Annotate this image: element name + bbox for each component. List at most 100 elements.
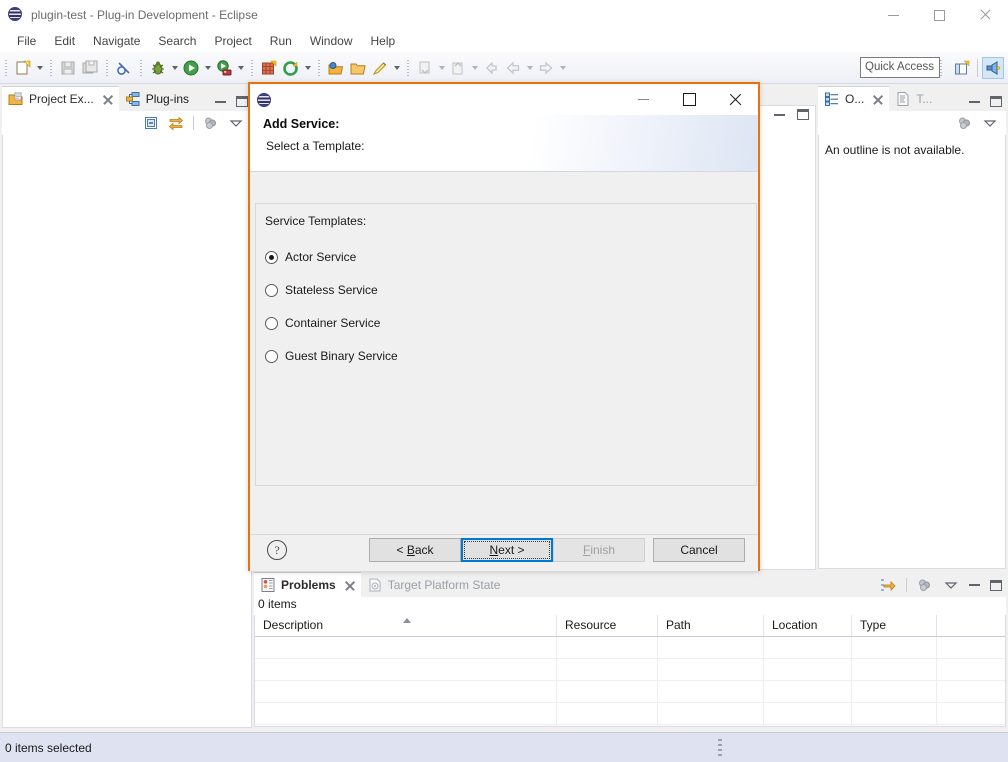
dialog-close-button[interactable] (712, 84, 758, 115)
problems-table-header: Description Resource Path Location Type (255, 615, 1005, 637)
menu-help[interactable]: Help (362, 32, 405, 50)
tab-plug-ins[interactable]: Plug-ins (119, 86, 195, 111)
link-with-editor-icon[interactable] (168, 115, 184, 131)
new-wizard-dropdown-arrow[interactable] (34, 57, 45, 79)
plug-in-development-perspective-button[interactable] (982, 57, 1004, 79)
new-wizard-icon[interactable] (12, 57, 34, 79)
open-resource-icon[interactable] (347, 57, 369, 79)
view-menu-icon[interactable] (228, 115, 244, 131)
column-header-resource[interactable]: Resource (557, 615, 658, 636)
open-perspective-button[interactable] (951, 57, 973, 79)
tab-outline[interactable]: O... (818, 86, 889, 111)
cancel-button[interactable]: Cancel (653, 538, 745, 562)
menu-project[interactable]: Project (205, 32, 260, 50)
radio-option-guest-binary-service[interactable]: Guest Binary Service (265, 348, 398, 364)
column-header-extra[interactable] (937, 615, 1005, 636)
run-external-dropdown-arrow[interactable] (235, 57, 246, 79)
radio-button-stateless-service[interactable] (265, 284, 278, 297)
tab-target-platform-state-label: Target Platform State (388, 578, 501, 592)
view-menu-filter-icon[interactable] (917, 577, 933, 593)
tab-task-list[interactable]: T... (889, 86, 938, 111)
radio-option-actor-service[interactable]: Actor Service (265, 249, 398, 265)
run-external-tools-icon[interactable] (213, 57, 235, 79)
bottom-panel-tabrow: Problems Target Platform State (254, 572, 1006, 597)
column-header-path[interactable]: Path (658, 615, 764, 636)
minimize-icon[interactable] (969, 101, 980, 103)
toolbar-grip[interactable] (316, 58, 322, 78)
tab-outline-close-icon[interactable] (872, 94, 883, 105)
next-button[interactable]: Next > (461, 538, 553, 562)
radio-option-container-service[interactable]: Container Service (265, 315, 398, 331)
table-row[interactable] (255, 681, 1005, 703)
table-row[interactable] (255, 637, 1005, 659)
dialog-minimize-button[interactable] (620, 84, 666, 115)
view-menu-icon[interactable] (943, 577, 959, 593)
minimize-icon[interactable] (215, 101, 226, 103)
table-row[interactable] (255, 659, 1005, 681)
column-header-type[interactable]: Type (852, 615, 937, 636)
focus-on-selection-icon[interactable] (880, 577, 896, 593)
tab-project-explorer-close-icon[interactable] (102, 94, 113, 105)
toolbar-grip[interactable] (938, 58, 944, 78)
maximize-icon[interactable] (990, 580, 1002, 591)
search-dropdown-arrow[interactable] (391, 57, 402, 79)
radio-label-container-service: Container Service (285, 316, 380, 330)
tab-problems-close-icon[interactable] (344, 580, 355, 591)
quick-access-input[interactable]: Quick Access (860, 57, 940, 78)
open-perspective-dropdown-arrow[interactable] (302, 57, 313, 79)
new-plugin-project-icon[interactable] (258, 57, 280, 79)
toolbar-grip[interactable] (405, 58, 411, 78)
view-menu-filter-icon[interactable] (957, 115, 973, 131)
forward-dropdown-arrow[interactable] (557, 57, 568, 79)
toolbar-grip[interactable] (3, 58, 9, 78)
collapse-all-icon[interactable] (143, 115, 159, 131)
help-button[interactable]: ? (267, 540, 287, 560)
toolbar-grip[interactable] (48, 58, 54, 78)
radio-option-stateless-service[interactable]: Stateless Service (265, 282, 398, 298)
run-icon[interactable] (180, 57, 202, 79)
debug-dropdown-arrow[interactable] (169, 57, 180, 79)
radio-button-container-service[interactable] (265, 317, 278, 330)
debug-icon[interactable] (147, 57, 169, 79)
maximize-icon[interactable] (797, 109, 809, 120)
toolbar-grip[interactable] (138, 58, 144, 78)
menu-navigate[interactable]: Navigate (84, 32, 149, 50)
tab-target-platform-state[interactable]: Target Platform State (361, 572, 507, 597)
menu-edit[interactable]: Edit (45, 32, 84, 50)
search-icon[interactable] (369, 57, 391, 79)
toolbar-grip[interactable] (104, 58, 110, 78)
minimize-icon[interactable] (969, 584, 980, 586)
next-annotation-dropdown-arrow[interactable] (469, 57, 480, 79)
view-menu-filter-icon[interactable] (203, 115, 219, 131)
previous-annotation-dropdown-arrow[interactable] (436, 57, 447, 79)
window-maximize-button[interactable] (916, 0, 962, 30)
open-perspective-icon[interactable] (280, 57, 302, 79)
menu-search[interactable]: Search (149, 32, 205, 50)
column-header-description[interactable]: Description (255, 615, 557, 636)
radio-button-actor-service[interactable] (265, 251, 278, 264)
project-explorer-tree[interactable] (2, 135, 252, 728)
column-header-location[interactable]: Location (764, 615, 852, 636)
eclipse-globe-icon (257, 93, 271, 107)
menu-window[interactable]: Window (301, 32, 362, 50)
window-minimize-button[interactable] (870, 0, 916, 30)
back-dropdown-arrow[interactable] (524, 57, 535, 79)
menu-file[interactable]: File (8, 32, 45, 50)
tab-project-explorer[interactable]: Project Ex... (2, 86, 119, 111)
menu-run[interactable]: Run (261, 32, 301, 50)
tab-problems[interactable]: Problems (254, 572, 361, 597)
view-menu-icon[interactable] (982, 115, 998, 131)
statusbar-resize-grip[interactable] (718, 739, 722, 757)
back-button[interactable]: < Back (369, 538, 461, 562)
toggle-breakpoint-icon[interactable] (113, 57, 135, 79)
window-close-button[interactable] (962, 0, 1008, 30)
radio-button-guest-binary-service[interactable] (265, 350, 278, 363)
minimize-icon[interactable] (774, 114, 785, 116)
table-row[interactable] (255, 703, 1005, 725)
open-type-icon[interactable] (325, 57, 347, 79)
dialog-maximize-button[interactable] (666, 84, 712, 115)
run-dropdown-arrow[interactable] (202, 57, 213, 79)
maximize-icon[interactable] (236, 96, 248, 107)
maximize-icon[interactable] (990, 96, 1002, 107)
toolbar-grip[interactable] (249, 58, 255, 78)
